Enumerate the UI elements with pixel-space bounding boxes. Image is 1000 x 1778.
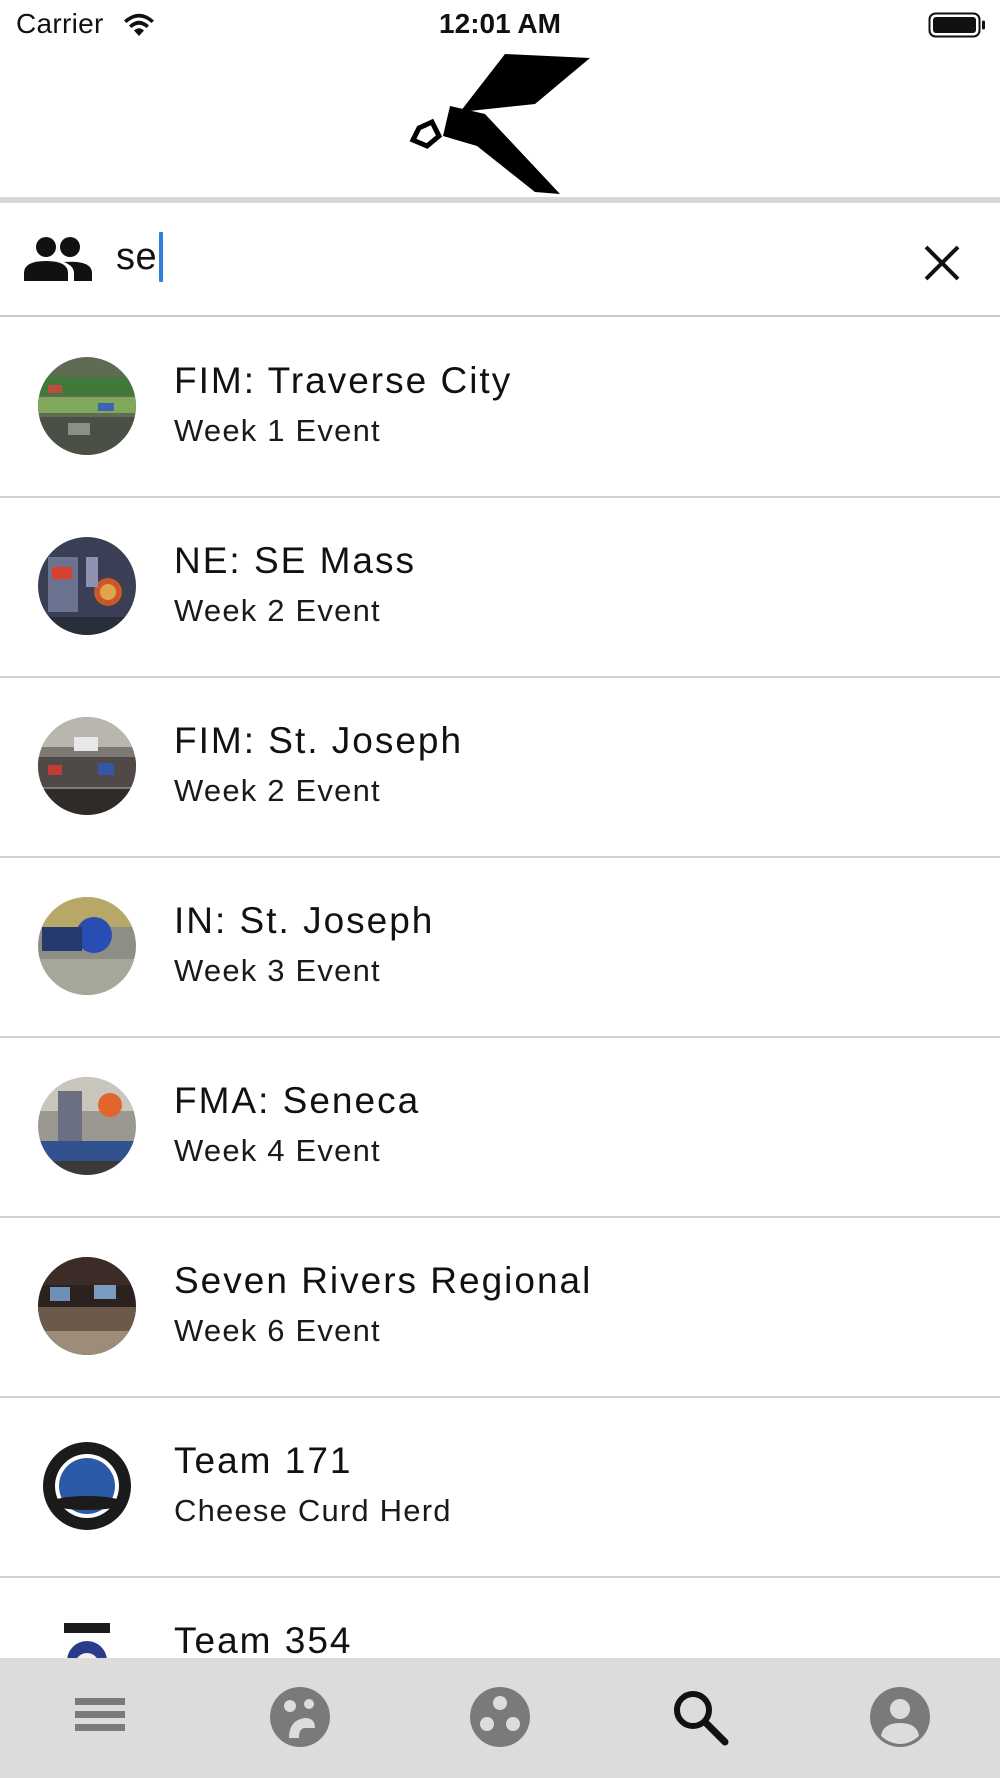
battery-icon xyxy=(928,12,985,38)
event-avatar xyxy=(38,1077,136,1175)
search-input-value[interactable]: se xyxy=(116,236,157,279)
team-icon xyxy=(270,1687,330,1747)
list-item[interactable]: FIM: Traverse City Week 1 Event xyxy=(0,318,1000,498)
result-title: FIM: Traverse City xyxy=(174,360,513,401)
tab-list[interactable] xyxy=(0,1658,200,1778)
list-item[interactable]: NE: SE Mass Week 2 Event xyxy=(0,498,1000,678)
result-title: FIM: St. Joseph xyxy=(174,720,464,761)
close-icon[interactable] xyxy=(922,243,962,283)
result-title: Team 171 xyxy=(174,1440,353,1481)
status-bar: Carrier 12:01 AM xyxy=(0,0,1000,50)
tab-events[interactable] xyxy=(400,1658,600,1778)
bottom-tab-bar xyxy=(0,1658,1000,1778)
text-caret xyxy=(159,232,164,282)
event-avatar xyxy=(38,897,136,995)
tba-lamp-logo xyxy=(409,54,590,194)
tab-search[interactable] xyxy=(600,1658,800,1778)
tab-team[interactable] xyxy=(200,1658,400,1778)
event-avatar xyxy=(38,537,136,635)
result-title: IN: St. Joseph xyxy=(174,900,435,941)
result-subtitle: Week 3 Event xyxy=(174,953,381,988)
account-icon xyxy=(870,1687,930,1747)
list-item[interactable]: FIM: St. Joseph Week 2 Event xyxy=(0,678,1000,858)
list-icon xyxy=(75,1698,125,1731)
tab-account[interactable] xyxy=(800,1658,1000,1778)
result-subtitle: Week 2 Event xyxy=(174,593,381,628)
result-subtitle: Week 2 Event xyxy=(174,773,381,808)
result-subtitle: Week 6 Event xyxy=(174,1313,381,1348)
search-results-list: FIM: Traverse City Week 1 Event NE: SE M… xyxy=(0,318,1000,1658)
list-item[interactable]: Team 354 xyxy=(0,1578,1000,1658)
list-item[interactable]: Team 171 Cheese Curd Herd xyxy=(0,1398,1000,1578)
search-input[interactable]: se xyxy=(116,229,164,285)
team-avatar xyxy=(38,1437,136,1535)
event-avatar xyxy=(38,717,136,815)
event-avatar xyxy=(38,1257,136,1355)
result-subtitle: Week 4 Event xyxy=(174,1133,381,1168)
list-item[interactable]: FMA: Seneca Week 4 Event xyxy=(0,1038,1000,1218)
result-title: FMA: Seneca xyxy=(174,1080,421,1121)
result-title: Team 354 xyxy=(174,1620,353,1658)
list-item[interactable]: Seven Rivers Regional Week 6 Event xyxy=(0,1218,1000,1398)
result-title: Seven Rivers Regional xyxy=(174,1260,593,1301)
clock: 12:01 AM xyxy=(439,8,561,39)
team-avatar xyxy=(38,1617,136,1658)
list-item[interactable]: IN: St. Joseph Week 3 Event xyxy=(0,858,1000,1038)
people-icon[interactable] xyxy=(24,235,92,281)
result-subtitle: Cheese Curd Herd xyxy=(174,1493,452,1528)
result-subtitle: Week 1 Event xyxy=(174,413,381,448)
result-title: NE: SE Mass xyxy=(174,540,416,581)
events-icon xyxy=(470,1687,530,1747)
event-avatar xyxy=(38,357,136,455)
search-icon xyxy=(674,1691,729,1746)
search-bar: se xyxy=(0,203,1000,317)
